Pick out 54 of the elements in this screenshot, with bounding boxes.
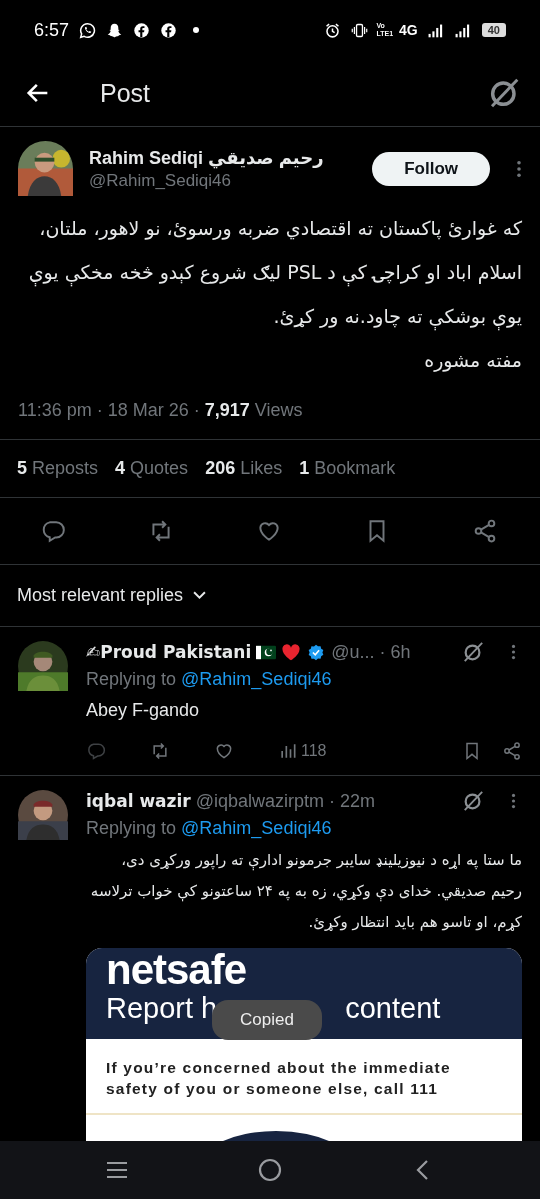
slashed-circle-icon[interactable] <box>488 77 520 109</box>
alarm-icon <box>324 21 342 39</box>
page-title: Post <box>100 78 151 108</box>
chevron-down-icon[interactable] <box>193 591 207 600</box>
view-count: 118 <box>301 742 327 760</box>
dot-icon <box>193 27 200 33</box>
more-options-icon[interactable] <box>511 644 516 660</box>
sort-dropdown[interactable]: Most relevant replies <box>0 565 224 626</box>
ghost-icon <box>106 21 124 39</box>
reply-text: Abey F-gando <box>86 700 201 721</box>
reply-author-name[interactable]: iqbal wazir <box>86 791 191 811</box>
flag-icon <box>256 643 277 661</box>
f-logo-icon <box>160 21 178 39</box>
post-text: كه غوارئ پاكستان ته اقتصادي ضربه ورسوئ، نو لاهور، ملتان، اسلام اباد او كراچۍ کې د PSL ليګ شروع کېدو څخه مخکې يوې يوې بوشکې ته چاود.نه ور کړئ. <box>18 206 522 338</box>
author-name[interactable]: Rahim Sediqi رحيم صديقي <box>89 146 357 169</box>
reply-text: ما ستا په اړه د نيوزيلينډ سايبر جرمونو ادارې ته راپور ورکړی دی، رحيم صديقي. خدای دې وکړي، زه به په ۲۴ ساعتونو کې خواب ترلاسه کړم، او تاسو هم بايد انتظار وکړئ. <box>89 850 522 933</box>
engagement-count[interactable]: 1 Bookmark <box>299 458 396 479</box>
more-options-icon[interactable] <box>511 793 516 809</box>
mention-link[interactable]: @Rahim_Sediqi46 <box>181 669 332 690</box>
engagement-count[interactable]: 4 Quotes <box>115 458 189 479</box>
slashed-circle-icon[interactable] <box>462 790 484 812</box>
post-meta: 11:36 pm · 18 Mar 26 · 7,917 Views <box>18 400 304 421</box>
reply-icon[interactable] <box>40 518 66 544</box>
post-text: مفته مشوره <box>423 348 522 374</box>
battery-indicator: 40 <box>481 23 506 37</box>
card-notice: If you’re concerned about the immediate safety of you or someone else, call 111 <box>106 1058 452 1099</box>
author-handle[interactable]: @Rahim_Sediqi46 <box>89 170 357 191</box>
network-label: 4G <box>399 22 418 38</box>
clock-time: 6:57 <box>34 19 70 41</box>
home-button-icon[interactable] <box>258 1158 282 1182</box>
reply-time: · 6h <box>379 641 411 663</box>
replying-label: Replying to <box>86 818 177 839</box>
more-options-icon[interactable] <box>516 159 522 178</box>
heart-emoji-icon <box>281 643 302 661</box>
slashed-circle-icon[interactable] <box>462 641 484 663</box>
replying-label: Replying to <box>86 669 177 690</box>
share-icon[interactable] <box>502 741 522 761</box>
chat-bubble-icon <box>79 21 97 39</box>
mention-link[interactable]: @Rahim_Sediqi46 <box>181 818 332 839</box>
bar-chart-icon[interactable] <box>278 741 298 761</box>
reply-handle[interactable]: @iqbalwazirptm <box>195 790 324 812</box>
repost-icon[interactable] <box>150 741 170 761</box>
follow-button[interactable]: Follow <box>372 151 490 186</box>
netsafe-logo: netsafe <box>106 948 248 992</box>
share-icon[interactable] <box>472 518 498 544</box>
reply-handle[interactable]: @u... <box>331 641 375 663</box>
heart-icon[interactable] <box>214 741 234 761</box>
engagement-count[interactable]: 206 Likes <box>205 458 283 479</box>
vibrate-icon <box>351 21 369 39</box>
reply-author-name[interactable]: ✍Proud Pakistani <box>86 642 252 662</box>
f-logo-icon <box>133 21 151 39</box>
engagement-count[interactable]: 5 Reposts <box>17 458 99 479</box>
reply-time: · 22m <box>329 790 375 812</box>
card-title: content <box>345 992 441 1025</box>
